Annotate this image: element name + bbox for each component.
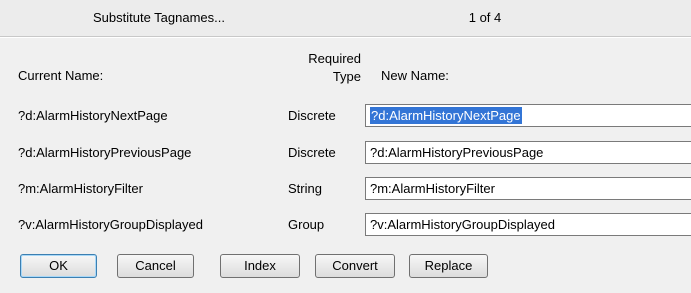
index-button[interactable]: Index: [220, 254, 300, 278]
row-current-name: ?d:AlarmHistoryPreviousPage: [18, 145, 192, 160]
row-required-type: Discrete: [288, 145, 336, 160]
row-current-name: ?m:AlarmHistoryFilter: [18, 181, 143, 196]
new-name-input[interactable]: ?v:AlarmHistoryGroupDisplayed: [365, 213, 691, 236]
convert-button[interactable]: Convert: [315, 254, 395, 278]
row-required-type: String: [288, 181, 322, 196]
type-label: Type: [332, 69, 361, 84]
dialog-title: Substitute Tagnames...: [92, 10, 225, 25]
new-name-input[interactable]: ?d:AlarmHistoryPreviousPage: [365, 141, 691, 164]
header-bar: Substitute Tagnames... 1 of 4: [0, 0, 691, 36]
column-header-required-type: Required Type: [286, 50, 361, 86]
row-required-type: Discrete: [288, 108, 336, 123]
row-current-name: ?v:AlarmHistoryGroupDisplayed: [18, 217, 203, 232]
column-header-new-name: New Name:: [381, 68, 449, 83]
row-current-name: ?d:AlarmHistoryNextPage: [18, 108, 168, 123]
column-header-current-name: Current Name:: [18, 68, 104, 83]
required-label: Required: [308, 51, 361, 66]
new-name-input[interactable]: ?m:AlarmHistoryFilter: [365, 177, 691, 200]
page-counter: 1 of 4: [468, 10, 502, 25]
cancel-button[interactable]: Cancel: [117, 254, 194, 278]
selected-text: ?d:AlarmHistoryNextPage: [370, 107, 522, 124]
replace-button[interactable]: Replace: [409, 254, 488, 278]
new-name-input[interactable]: ?d:AlarmHistoryNextPage: [365, 104, 691, 127]
header-divider: [0, 36, 691, 38]
ok-button[interactable]: OK: [20, 254, 97, 278]
row-required-type: Group: [288, 217, 325, 232]
